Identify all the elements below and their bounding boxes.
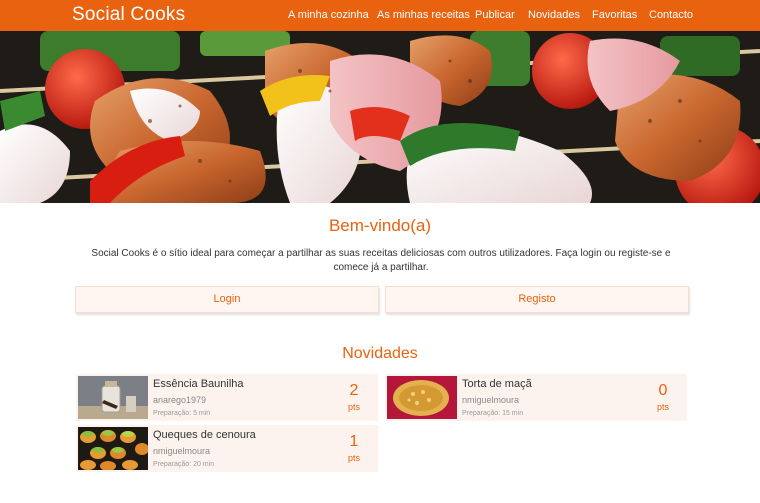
- nav-link-publicar[interactable]: Publicar: [475, 9, 515, 21]
- recipe-prep-time: Preparação: 15 min: [462, 410, 524, 417]
- login-button[interactable]: Login: [75, 286, 379, 313]
- recipe-author: anarego1979: [153, 395, 207, 405]
- welcome-title: Bem-vindo(a): [328, 216, 432, 235]
- recipe-title[interactable]: Queques de cenoura: [153, 429, 256, 441]
- recipe-thumbnail: [78, 376, 148, 419]
- nav-link-as-minhas-receitas[interactable]: As minhas receitas: [377, 9, 470, 21]
- nav-link-a-minha-cozinha[interactable]: A minha cozinha: [288, 9, 369, 21]
- top-navbar: Social Cooks A minha cozinha As minhas r…: [0, 0, 760, 31]
- news-section-title: Novidades: [342, 345, 418, 362]
- nav-link-favoritas[interactable]: Favoritas: [592, 9, 637, 21]
- recipe-points: 0: [658, 382, 668, 399]
- recipe-points-label: pts: [347, 402, 360, 412]
- nav-link-novidades[interactable]: Novidades: [528, 9, 580, 21]
- recipe-author: nmiguelmoura: [462, 395, 520, 405]
- welcome-text: Social Cooks é o sítio ideal para começa…: [91, 248, 671, 273]
- recipe-prep-time: Preparação: 5 min: [153, 410, 211, 417]
- recipe-card[interactable]: Essência Baunilha anarego1979 Preparação…: [76, 374, 378, 421]
- recipe-thumbnail: [387, 376, 457, 419]
- recipe-card[interactable]: Queques de cenoura nmiguelmoura Preparaç…: [76, 425, 378, 472]
- recipe-title[interactable]: Torta de maçã: [462, 378, 532, 390]
- main-nav: A minha cozinha As minhas receitas Publi…: [0, 9, 760, 23]
- recipe-prep-time: Preparação: 20 min: [153, 461, 215, 468]
- recipe-author: nmiguelmoura: [153, 446, 211, 456]
- recipe-card[interactable]: Torta de maçã nmiguelmoura Preparação: 1…: [385, 374, 687, 421]
- nav-link-contacto[interactable]: Contacto: [649, 9, 693, 21]
- recipe-thumbnail: [78, 427, 148, 470]
- register-button[interactable]: Registo: [385, 286, 689, 313]
- recipe-points-label: pts: [347, 453, 360, 463]
- recipe-title[interactable]: Essência Baunilha: [153, 378, 244, 390]
- recipe-points: 2: [349, 382, 359, 399]
- recipe-points-label: pts: [656, 402, 669, 412]
- recipe-points: 1: [349, 433, 359, 450]
- hero-image: [0, 31, 760, 203]
